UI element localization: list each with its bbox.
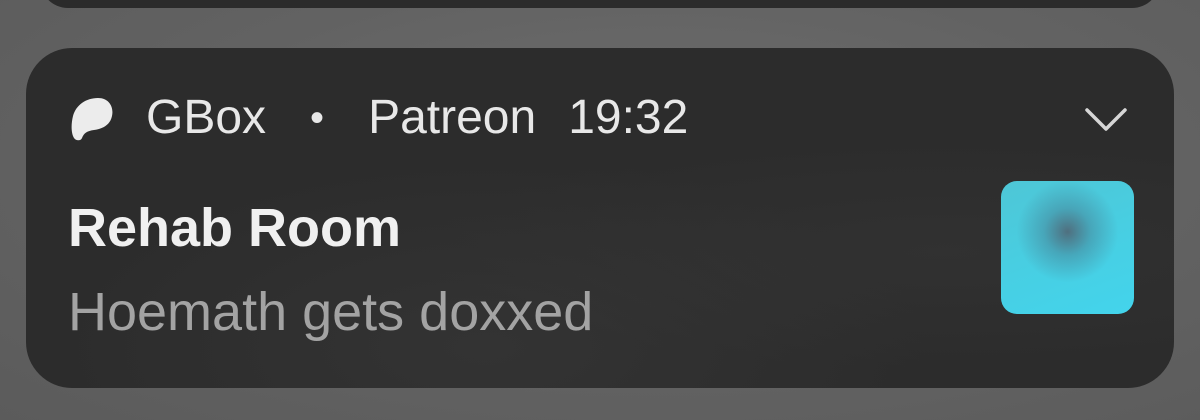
header-separator: • — [310, 95, 325, 140]
notification-card[interactable]: GBox • Patreon 19:32 Rehab Room Hoemath … — [26, 48, 1174, 388]
notification-title: Rehab Room — [68, 198, 402, 258]
chevron-down-icon[interactable] — [1082, 100, 1130, 140]
notification-thumbnail — [1001, 181, 1134, 314]
notification-time: 19:32 — [568, 91, 689, 144]
app-name: GBox — [146, 91, 267, 144]
notification-body: Hoemath gets doxxed — [68, 282, 594, 342]
patreon-icon — [68, 94, 116, 142]
previous-notification-card[interactable] — [40, 0, 1160, 8]
notification-source: Patreon — [368, 91, 537, 144]
notification-header: GBox • Patreon 19:32 — [68, 90, 688, 146]
